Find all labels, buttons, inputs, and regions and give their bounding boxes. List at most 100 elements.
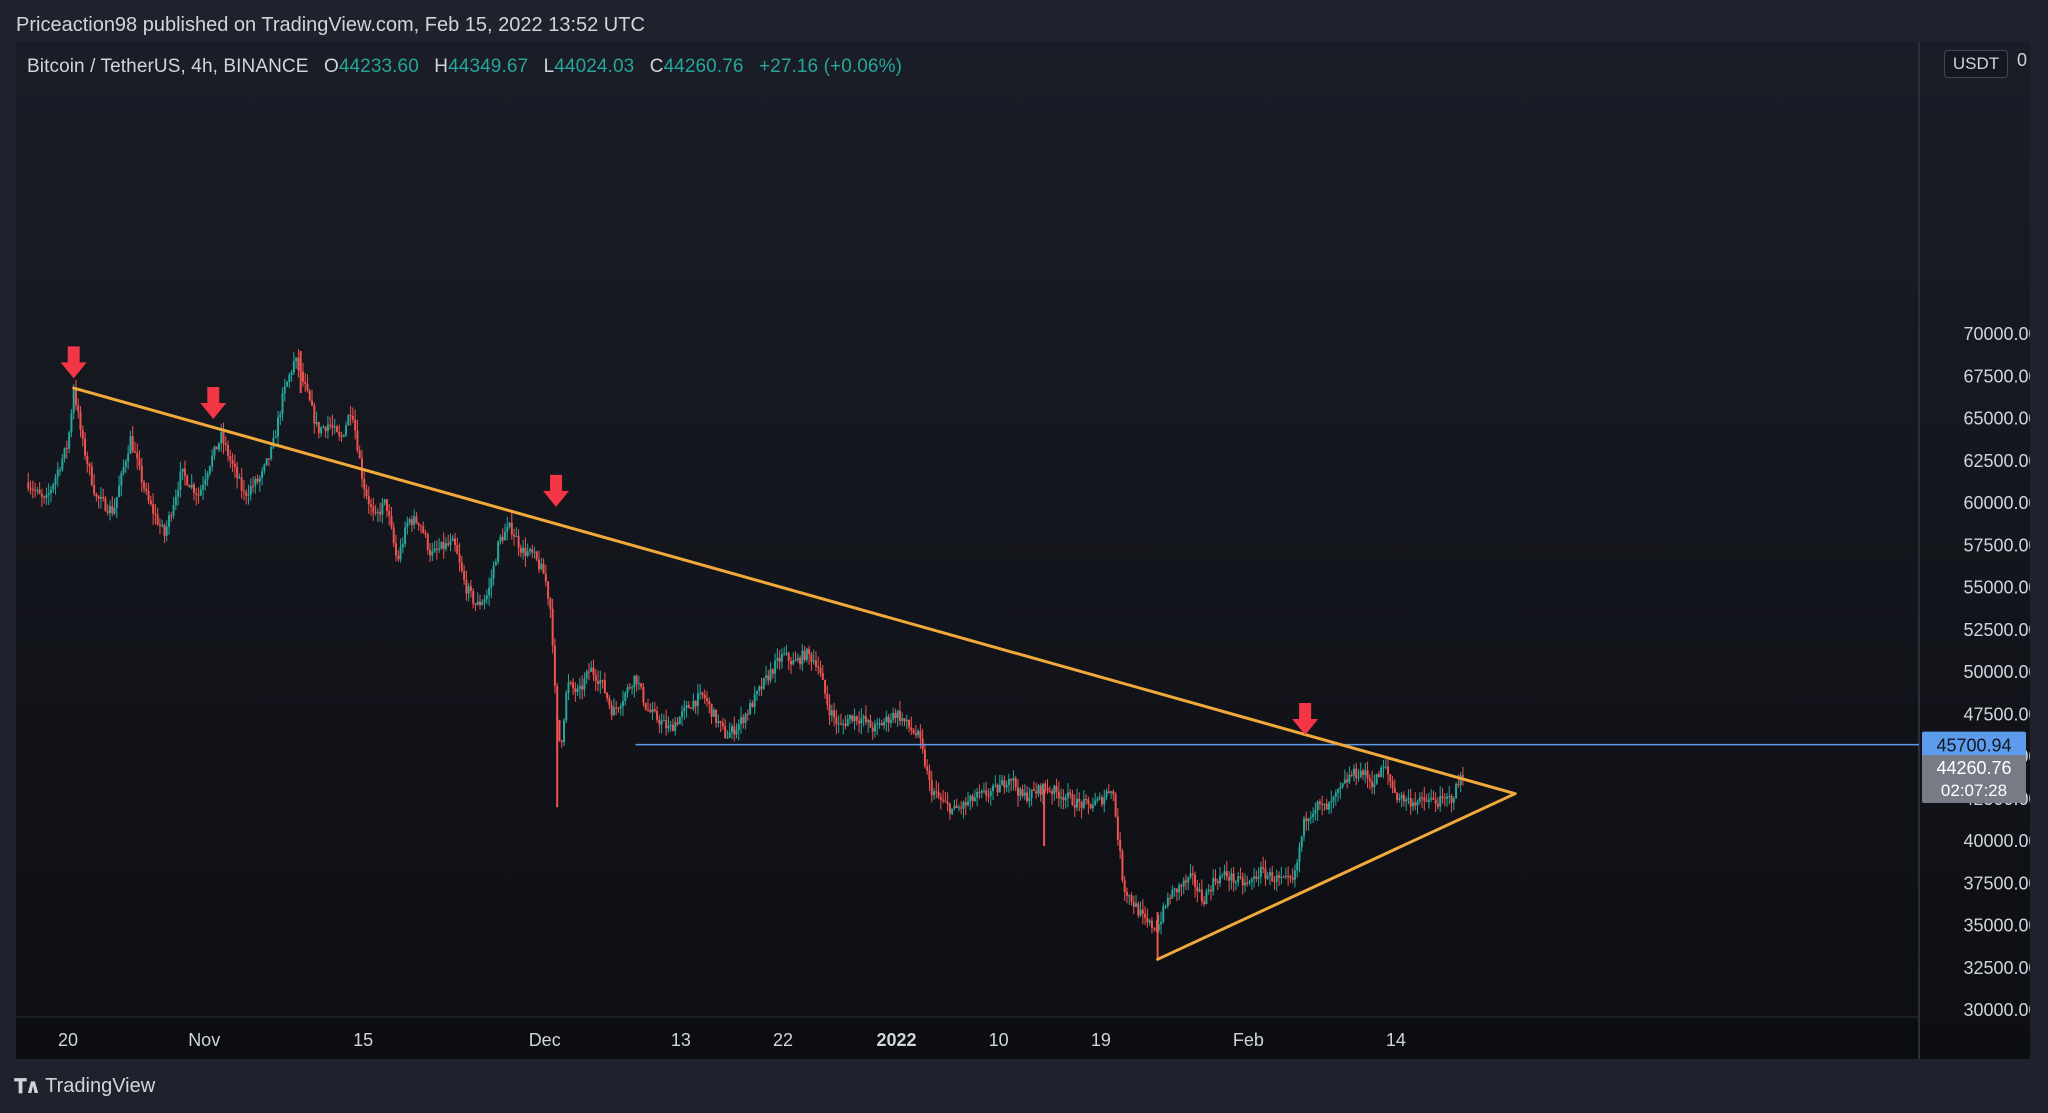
chart-pane[interactable]: 30000.00 32500.00 35000.00 37500.00 40000.00… xyxy=(16,42,2030,1059)
candle-body xyxy=(887,716,890,723)
trendline-ascending-support[interactable] xyxy=(1156,792,1517,961)
candle-body xyxy=(77,405,80,412)
candle-body xyxy=(74,390,77,406)
symbol-label[interactable]: Bitcoin / TetherUS, 4h, BINANCE xyxy=(27,56,309,77)
candle-body xyxy=(803,650,806,660)
candle-body xyxy=(1364,770,1367,775)
candle-body xyxy=(690,707,693,709)
candle-body xyxy=(615,707,618,709)
candle-body xyxy=(1003,780,1006,788)
candle-body xyxy=(1382,767,1385,769)
candle-body xyxy=(1032,789,1035,792)
candle-body xyxy=(506,526,509,532)
candle-body xyxy=(637,683,640,685)
candle-body xyxy=(331,425,334,428)
candle-body xyxy=(957,807,960,809)
candle-body xyxy=(1303,818,1306,837)
candlestick-chart[interactable]: 30000.00 32500.00 35000.00 37500.00 40000.00… xyxy=(16,42,2030,1059)
candle-body xyxy=(163,525,166,536)
candle-body xyxy=(706,698,709,702)
candle-body xyxy=(415,516,418,523)
arrow-down-icon[interactable] xyxy=(60,346,87,379)
candle-body xyxy=(662,720,665,722)
candle-body xyxy=(258,477,261,482)
candle-body xyxy=(858,721,861,724)
currency-badge[interactable]: USDT xyxy=(1944,50,2008,78)
arrow-down-icon[interactable] xyxy=(200,386,227,419)
candle-body xyxy=(937,791,940,797)
candle-body xyxy=(724,726,727,738)
candle-body xyxy=(1318,801,1321,804)
candle-body xyxy=(524,547,527,556)
candle-body xyxy=(765,675,768,678)
candle-body xyxy=(395,543,398,556)
candle-body xyxy=(628,687,631,689)
candle-body xyxy=(1432,797,1435,800)
candle-body xyxy=(1287,875,1290,877)
candle-body xyxy=(1282,876,1285,878)
candle-body xyxy=(962,802,965,809)
candle-body xyxy=(1110,791,1113,793)
candle-body xyxy=(1405,799,1408,802)
candle-body xyxy=(317,422,320,434)
candle-body xyxy=(460,562,463,572)
candle-body xyxy=(363,478,366,490)
candle-body xyxy=(1216,881,1219,884)
candle-body xyxy=(846,719,849,726)
candle-body xyxy=(917,731,920,736)
candle-body xyxy=(188,485,191,488)
candles[interactable] xyxy=(27,349,1464,960)
arrow-down-icon[interactable] xyxy=(1292,702,1319,735)
candle-body xyxy=(426,534,429,550)
candle-body xyxy=(606,692,609,699)
candle-body xyxy=(1037,785,1040,794)
candle-body xyxy=(170,515,173,517)
price-tick-label: 60000.00 xyxy=(1963,493,2030,513)
candle-body xyxy=(1182,880,1185,887)
candle-body xyxy=(651,709,654,713)
arrow-down-icon[interactable] xyxy=(543,474,570,507)
candle-body xyxy=(322,427,325,429)
candle-body xyxy=(1312,813,1315,818)
candle-body xyxy=(1446,796,1449,799)
candle-body xyxy=(1146,917,1149,923)
candle-body xyxy=(1039,785,1042,795)
candle-body xyxy=(587,671,590,673)
time-tick-label: 22 xyxy=(773,1030,793,1050)
candle-body xyxy=(671,724,674,732)
price-tick-label: 32500.00 xyxy=(1963,958,2030,978)
candle-body xyxy=(594,675,597,681)
candle-body xyxy=(721,722,724,727)
candle-body xyxy=(476,601,479,605)
candle-body xyxy=(1427,799,1430,802)
candle-body xyxy=(544,573,547,582)
candle-body xyxy=(1362,770,1365,775)
candle-body xyxy=(653,709,656,712)
candle-body xyxy=(1448,795,1451,797)
candle-body xyxy=(919,731,922,739)
candle-body xyxy=(202,484,205,490)
candle-body xyxy=(912,730,915,734)
tradingview-logo[interactable]: 𝐓∧ TradingView xyxy=(14,1074,155,1099)
candle-body xyxy=(864,716,867,723)
candle-body xyxy=(1160,921,1163,925)
time-axis-band[interactable] xyxy=(16,1017,1919,1059)
candle-body xyxy=(812,660,815,662)
candle-body xyxy=(45,495,48,499)
candle-body xyxy=(933,791,936,796)
candle-body xyxy=(208,466,211,474)
candle-body xyxy=(1198,889,1201,892)
candle-body xyxy=(1291,877,1294,880)
candle-body xyxy=(1409,798,1412,807)
candle-body xyxy=(880,723,883,726)
candle-body xyxy=(456,545,459,554)
candle-body xyxy=(454,538,457,546)
candle-body xyxy=(1293,870,1296,880)
candle-body xyxy=(224,443,227,446)
trendline-descending-resistance[interactable] xyxy=(72,386,1517,796)
candle-body xyxy=(905,719,908,722)
candle-body xyxy=(329,424,332,426)
candle-body xyxy=(354,419,357,431)
candle-body xyxy=(1461,775,1464,777)
time-tick-label: 20 xyxy=(58,1030,78,1050)
